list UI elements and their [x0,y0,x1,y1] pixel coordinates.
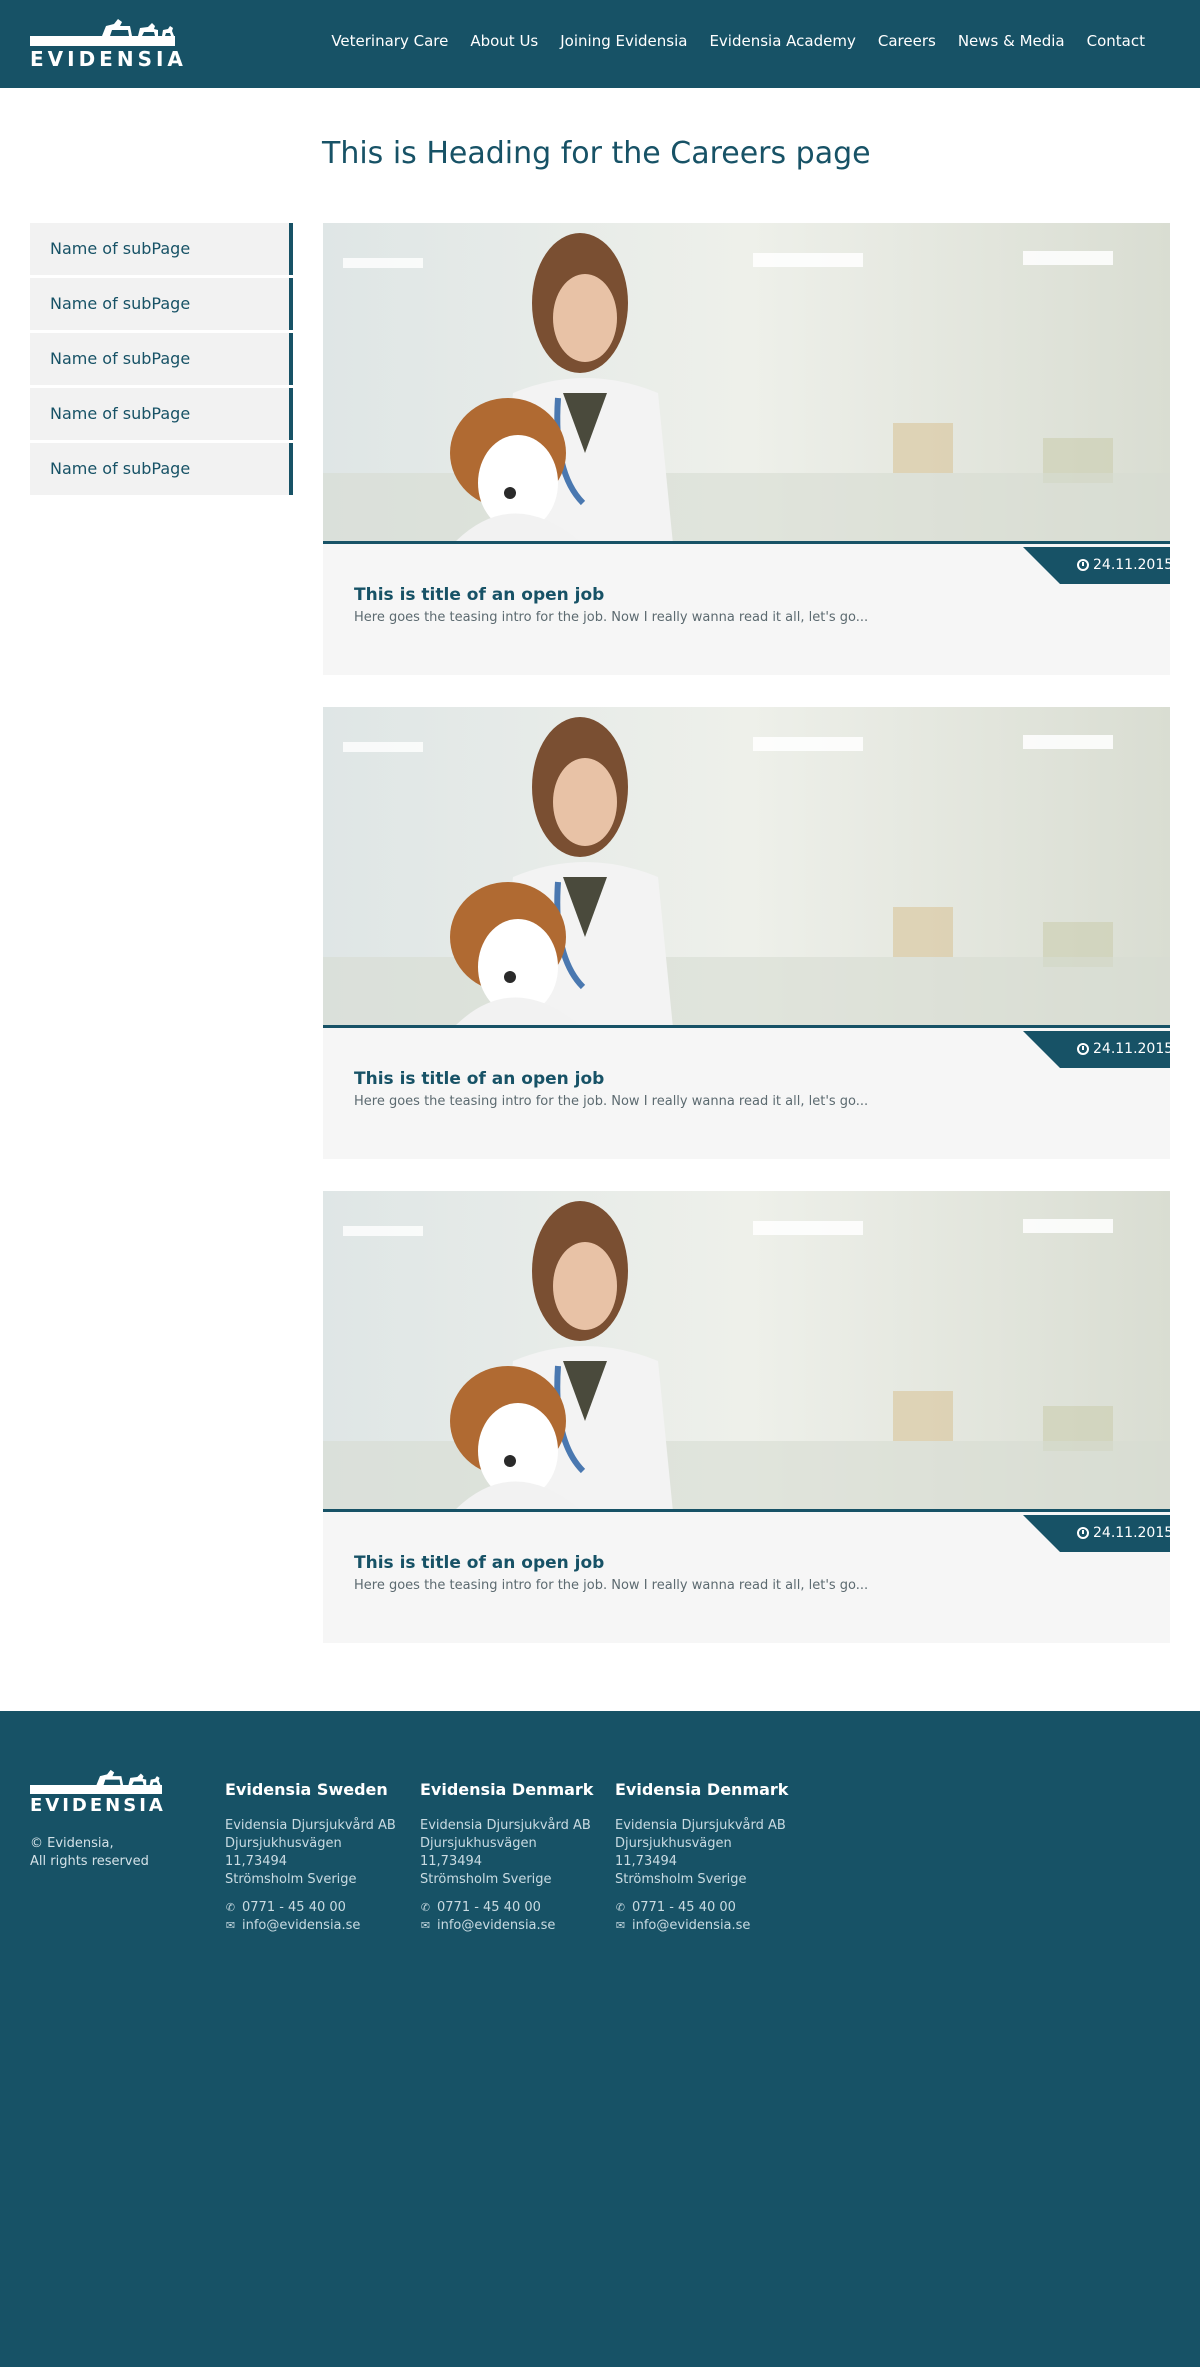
copyright: © Evidensia, All rights reserved [30,1835,149,1871]
logo-text: EVIDENSIA [30,47,187,71]
date-badge: 24.11.2015 [1023,547,1174,584]
company-name: Evidensia Djursjukvård AB [615,1818,786,1833]
job-image [323,707,1170,1028]
company-name: Evidensia Djursjukvård AB [225,1818,396,1833]
city: Strömsholm Sverige [225,1872,357,1887]
job-date: 24.11.2015 [1093,557,1174,573]
footer-column-sweden: Evidensia Sweden Evidensia Djursjukvård … [225,1781,405,1935]
evidensia-logo[interactable]: EVIDENSIA [30,18,187,71]
clock-icon [1077,1043,1089,1055]
site-header: EVIDENSIA Veterinary Care About Us Joini… [0,0,1200,88]
footer-column-heading: Evidensia Denmark [420,1780,594,1799]
phone-number[interactable]: 0771 - 45 40 00 [437,1899,541,1917]
mail-icon: ✉ [615,1919,626,1932]
clock-icon [1077,559,1089,571]
nav-veterinary-care[interactable]: Veterinary Care [331,32,448,50]
nav-news-media[interactable]: News & Media [958,32,1065,50]
job-intro: Here goes the teasing intro for the job.… [354,610,869,625]
logo-bar [30,36,175,46]
subpage-sidebar: Name of subPage Name of subPage Name of … [30,223,293,498]
copyright-line-1: © Evidensia, [30,1836,114,1851]
sidebar-item-subpage-1[interactable]: Name of subPage [30,223,293,275]
job-card[interactable]: 24.11.2015 This is title of an open job … [323,223,1174,675]
contact: ✆ 0771 - 45 40 00 ✉ info@evidensia.se [420,1899,600,1935]
footer-column-denmark: Evidensia Denmark Evidensia Djursjukvård… [420,1781,600,1935]
phone-icon: ✆ [420,1901,431,1914]
date-badge: 24.11.2015 [1023,1031,1174,1068]
phone-number[interactable]: 0771 - 45 40 00 [242,1899,346,1917]
email-link[interactable]: info@evidensia.se [437,1917,555,1935]
footer-logo-text: EVIDENSIA [30,1795,166,1816]
footer-column-heading: Evidensia Sweden [225,1780,388,1799]
mail-icon: ✉ [225,1919,236,1932]
nav-careers[interactable]: Careers [878,32,936,50]
sidebar-item-subpage-3[interactable]: Name of subPage [30,333,293,385]
sidebar-item-subpage-2[interactable]: Name of subPage [30,278,293,330]
job-title[interactable]: This is title of an open job [354,1069,604,1089]
job-intro: Here goes the teasing intro for the job.… [354,1578,869,1593]
job-title[interactable]: This is title of an open job [354,1553,604,1573]
sidebar-item-subpage-5[interactable]: Name of subPage [30,443,293,495]
footer-column-heading: Evidensia Denmark [615,1780,789,1799]
street: Djursjukhusvägen 11,73494 [615,1836,732,1869]
phone-icon: ✆ [615,1901,626,1914]
job-card[interactable]: 24.11.2015 This is title of an open job … [323,1191,1174,1643]
email-link[interactable]: info@evidensia.se [242,1917,360,1935]
footer-column-denmark-2: Evidensia Denmark Evidensia Djursjukvård… [615,1781,795,1935]
footer-logo[interactable]: EVIDENSIA [30,1769,163,1817]
footer-logo-bar [30,1785,162,1794]
city: Strömsholm Sverige [615,1872,747,1887]
sidebar-item-subpage-4[interactable]: Name of subPage [30,388,293,440]
phone-number[interactable]: 0771 - 45 40 00 [632,1899,736,1917]
job-image [323,1191,1170,1512]
animals-silhouette-icon [102,19,174,36]
contact: ✆ 0771 - 45 40 00 ✉ info@evidensia.se [615,1899,795,1935]
street: Djursjukhusvägen 11,73494 [225,1836,342,1869]
job-intro: Here goes the teasing intro for the job.… [354,1094,869,1109]
nav-joining-evidensia[interactable]: Joining Evidensia [560,32,687,50]
job-date: 24.11.2015 [1093,1041,1174,1057]
nav-about-us[interactable]: About Us [470,32,538,50]
contact: ✆ 0771 - 45 40 00 ✉ info@evidensia.se [225,1899,405,1935]
copyright-line-2: All rights reserved [30,1854,149,1869]
street: Djursjukhusvägen 11,73494 [420,1836,537,1869]
site-footer: EVIDENSIA © Evidensia, All rights reserv… [0,1711,1200,2367]
city: Strömsholm Sverige [420,1872,552,1887]
address: Evidensia Djursjukvård AB Djursjukhusväg… [225,1817,405,1889]
job-list: 24.11.2015 This is title of an open job … [323,223,1174,1675]
job-title[interactable]: This is title of an open job [354,585,604,605]
main-nav: Veterinary Care About Us Joining Evidens… [331,32,1145,50]
animals-silhouette-icon [96,1769,161,1785]
job-image [323,223,1170,544]
email-link[interactable]: info@evidensia.se [632,1917,750,1935]
nav-contact[interactable]: Contact [1087,32,1145,50]
clock-icon [1077,1527,1089,1539]
job-card[interactable]: 24.11.2015 This is title of an open job … [323,707,1174,1159]
mail-icon: ✉ [420,1919,431,1932]
date-badge: 24.11.2015 [1023,1515,1174,1552]
company-name: Evidensia Djursjukvård AB [420,1818,591,1833]
phone-icon: ✆ [225,1901,236,1914]
nav-evidensia-academy[interactable]: Evidensia Academy [709,32,855,50]
address: Evidensia Djursjukvård AB Djursjukhusväg… [420,1817,600,1889]
job-date: 24.11.2015 [1093,1525,1174,1541]
address: Evidensia Djursjukvård AB Djursjukhusväg… [615,1817,795,1889]
page-title: This is Heading for the Careers page [322,136,871,171]
